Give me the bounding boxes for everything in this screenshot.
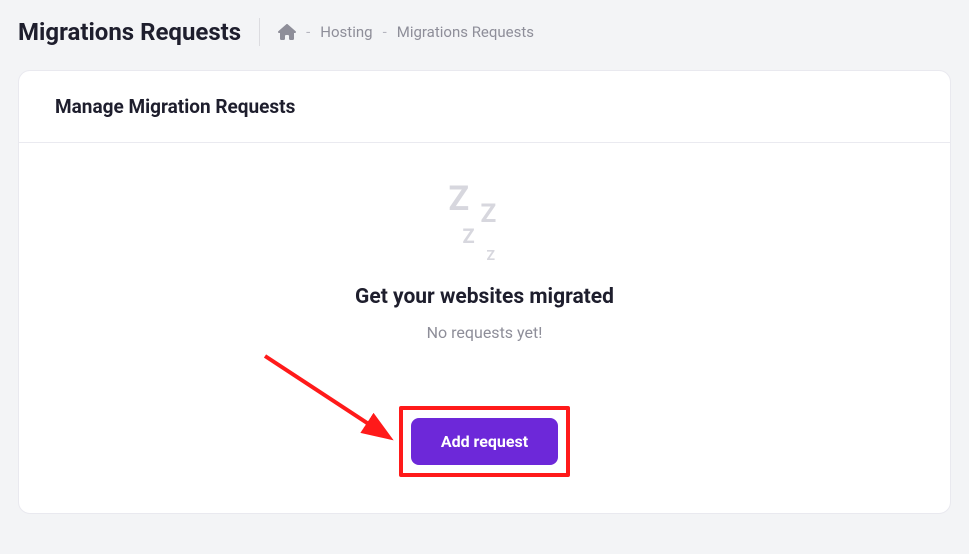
- empty-state-subtitle: No requests yet!: [39, 323, 930, 342]
- breadcrumb-hosting[interactable]: Hosting: [320, 23, 372, 41]
- breadcrumb: - Hosting - Migrations Requests: [278, 23, 534, 41]
- annotation-arrow-icon: [257, 348, 407, 458]
- home-icon[interactable]: [278, 23, 296, 41]
- header-divider: [259, 18, 260, 46]
- breadcrumb-sep: -: [306, 23, 310, 41]
- card-header: Manage Migration Requests: [19, 71, 950, 143]
- empty-state-title: Get your websites migrated: [39, 285, 930, 309]
- page-title: Migrations Requests: [18, 18, 241, 46]
- card-header-title: Manage Migration Requests: [55, 95, 914, 118]
- sleep-icon: ZZZZ: [445, 183, 525, 263]
- annotation-highlight-box: Add request: [399, 406, 570, 477]
- card-body: ZZZZ Get your websites migrated No reque…: [19, 143, 950, 513]
- migration-card: Manage Migration Requests ZZZZ Get your …: [18, 70, 951, 514]
- breadcrumb-current: Migrations Requests: [397, 23, 534, 41]
- breadcrumb-sep: -: [383, 23, 387, 41]
- add-request-button[interactable]: Add request: [411, 418, 558, 465]
